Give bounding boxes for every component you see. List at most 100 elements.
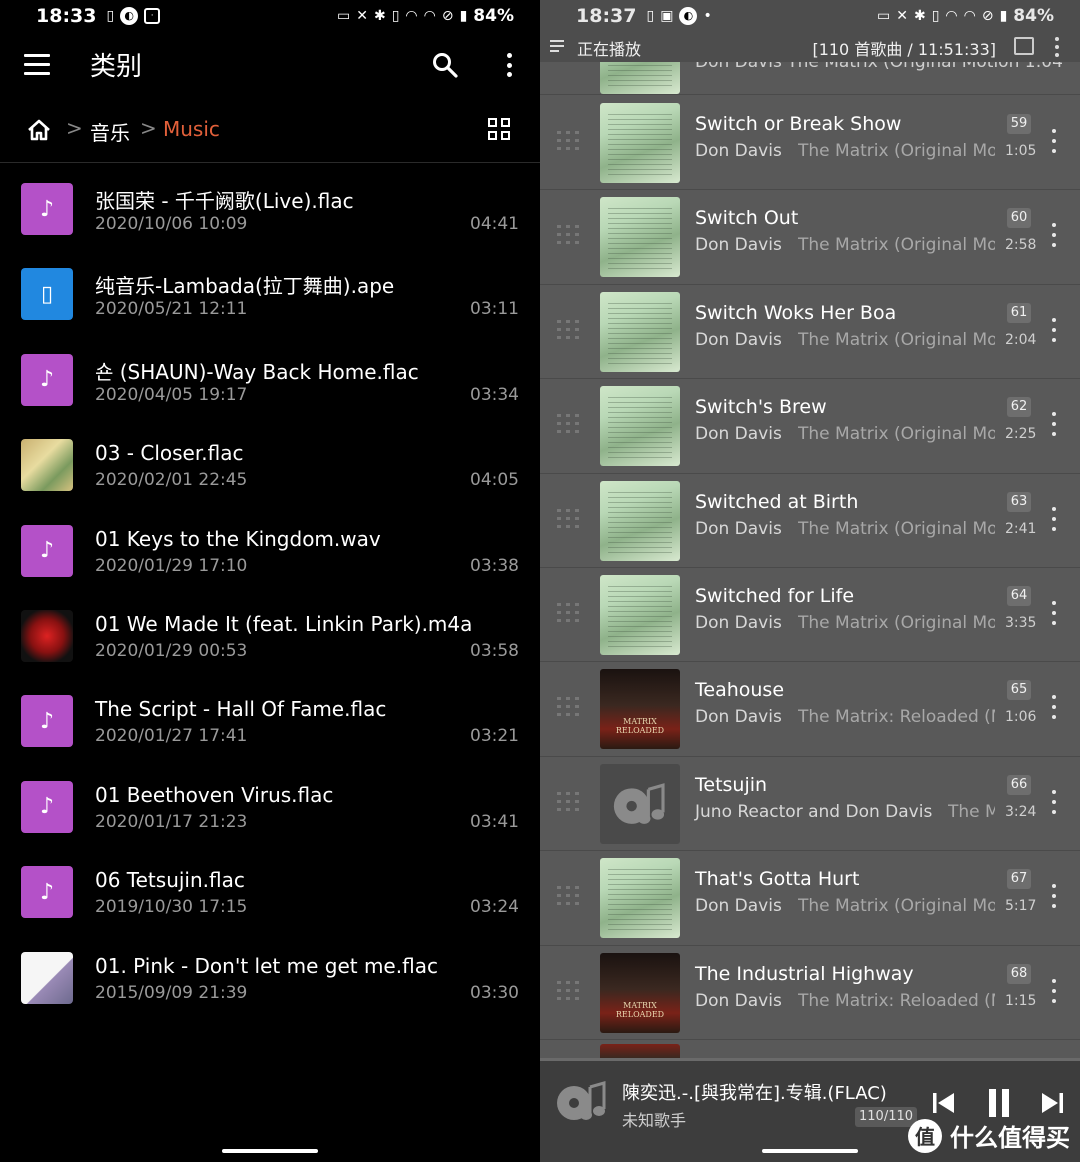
track-overflow-menu-icon[interactable] [1050, 412, 1058, 437]
track-row-partial[interactable]: Don Davis The Matrix (Original Motion 1:… [540, 62, 1080, 95]
track-duration: 1:05 [1005, 143, 1037, 159]
track-overflow-menu-icon[interactable] [1050, 506, 1058, 531]
home-icon[interactable] [26, 118, 52, 142]
drag-handle-icon[interactable] [557, 131, 583, 155]
breadcrumb: > 音乐 > Music [0, 98, 540, 163]
album-art [600, 386, 680, 467]
status-system-icons: ▭ ✕ ✱ ▯ ◠ ◠ ⊘ ▮ 84% [877, 0, 1054, 32]
file-list-item[interactable]: ♪ 01 Beethoven Virus.flac 2020/01/17 21:23… [0, 763, 540, 848]
track-row[interactable]: Switch or Break Show Don Davis The Matrix … [540, 95, 1080, 191]
file-duration: 03:34 [470, 384, 519, 405]
queue-view-icon[interactable] [1014, 37, 1034, 55]
file-name: 01 Keys to the Kingdom.wav [95, 526, 381, 551]
track-title: Switch or Break Show [695, 113, 902, 135]
track-row[interactable]: That's Gotta Hurt Don Davis The Matrix (Or… [540, 850, 1080, 946]
file-list-item[interactable]: ♪ The Script - Hall Of Fame.flac 2020/01/2… [0, 677, 540, 762]
drag-handle-icon[interactable] [557, 886, 583, 910]
player-track-title: 陳奕迅.-.[與我常在].专辑.(FLAC) [622, 1083, 887, 1104]
wifi-icon: ◠ [945, 8, 958, 24]
track-overflow-menu-icon[interactable] [1050, 789, 1058, 814]
track-number-badge: 66 [1007, 774, 1031, 795]
file-list-item[interactable]: 01. Pink - Don't let me get me.flac 2015/… [0, 934, 540, 1019]
default-album-icon [600, 763, 680, 844]
overflow-menu-icon[interactable] [1050, 37, 1064, 57]
image-icon: ▣ [660, 8, 674, 24]
file-duration: 03:24 [470, 897, 519, 918]
previous-track-icon[interactable] [932, 1092, 956, 1114]
track-duration: 5:17 [1005, 898, 1037, 915]
track-duration: 3:35 [1005, 615, 1037, 631]
now-playing-header: 正在播放 [110 首歌曲 / 11:51:33] [540, 32, 1080, 62]
track-row[interactable]: Teahouse Don Davis The Matrix: Reloaded (M… [540, 661, 1080, 757]
track-artist: Don Davis [695, 141, 782, 161]
search-icon[interactable] [432, 52, 458, 78]
track-row[interactable]: Tetsujin Juno Reactor and Don Davis The Ma… [540, 756, 1080, 852]
drag-handle-icon[interactable] [557, 697, 583, 721]
track-row[interactable]: Switch's Brew Don Davis The Matrix (Origin… [540, 378, 1080, 474]
track-overflow-menu-icon[interactable] [1050, 223, 1058, 248]
album-art [600, 291, 680, 372]
track-overflow-menu-icon[interactable] [1050, 978, 1058, 1003]
track-number-badge: 68 [1007, 963, 1031, 984]
music-note-icon: ♪ [21, 353, 73, 406]
queue-summary: [110 首歌曲 / 11:51:33] [812, 40, 996, 59]
gesture-nav-bar[interactable] [222, 1149, 318, 1153]
track-overflow-menu-icon[interactable] [1050, 601, 1058, 625]
track-artist: Don Davis [695, 329, 782, 350]
track-row[interactable]: Switch Woks Her Boa Don Davis The Matrix (… [540, 284, 1080, 380]
file-name: 01 Beethoven Virus.flac [95, 782, 334, 807]
track-overflow-menu-icon[interactable] [1050, 695, 1058, 720]
file-list-item[interactable]: ♪ 张国荣 - 千千阙歌(Live).flac 2020/10/06 10:09 04… [0, 165, 540, 250]
track-row[interactable]: The Industrial Highway Don Davis The Matri… [540, 945, 1080, 1040]
drag-handle-icon[interactable] [557, 980, 583, 1005]
drag-handle-icon[interactable] [557, 319, 583, 344]
track-overflow-menu-icon[interactable] [1050, 884, 1058, 909]
album-art [600, 480, 680, 561]
track-row[interactable]: Switched for Life Don Davis The Matrix (Or… [540, 567, 1080, 663]
grid-view-icon[interactable] [488, 118, 512, 142]
track-row[interactable]: Switch Out Don Davis The Matrix (Original … [540, 189, 1080, 285]
track-row[interactable]: Switched at Birth Don Davis The Matrix (Or… [540, 473, 1080, 568]
file-name: 03 - Closer.flac [95, 441, 244, 466]
track-artist: Juno Reactor and Don Davis [695, 801, 933, 822]
track-duration: 2:41 [1005, 520, 1037, 537]
file-name: 01. Pink - Don't let me get me.flac [95, 953, 438, 978]
breadcrumb-item-music-cn[interactable]: 音乐 [90, 117, 130, 146]
file-list-item[interactable]: ▯ 纯音乐-Lambada(拉丁舞曲).ape 2020/05/21 12:11 03… [0, 250, 540, 335]
next-track-icon[interactable] [1040, 1092, 1064, 1114]
file-list-item[interactable]: ♪ 01 Keys to the Kingdom.wav 2020/01/29 17… [0, 507, 540, 592]
no-sim-icon: ⊘ [981, 8, 994, 24]
album-art-thumbnail [21, 609, 73, 662]
breadcrumb-separator: > [66, 116, 83, 140]
music-note-icon: ♪ [21, 524, 73, 577]
drag-handle-icon[interactable] [557, 225, 583, 249]
track-overflow-menu-icon[interactable] [1050, 317, 1058, 342]
badge-notification-icon: · [144, 8, 161, 24]
file-date: 2020/01/17 21:23 [95, 811, 248, 832]
file-list-item[interactable]: ♪ 숀 (SHAUN)-Way Back Home.flac 2020/04/05 … [0, 336, 540, 421]
bluetooth-icon: ✱ [913, 8, 926, 24]
file-list-item[interactable]: ♪ 06 Tetsujin.flac 2019/10/30 17:15 03:24 [0, 848, 540, 933]
track-duration: 2:25 [1005, 426, 1037, 443]
drag-handle-icon[interactable] [557, 791, 583, 816]
more-notifications-dot: • [703, 8, 712, 24]
drag-handle-icon[interactable] [557, 508, 583, 533]
document-icon: ▯ [21, 268, 73, 321]
breadcrumb-item-current[interactable]: Music [163, 117, 220, 141]
overflow-menu-icon[interactable] [500, 50, 518, 80]
drag-handle-icon[interactable] [557, 603, 583, 627]
app-bar: 类别 [0, 32, 540, 98]
file-duration: 03:11 [470, 299, 519, 320]
menu-icon[interactable] [24, 54, 50, 76]
file-list-item[interactable]: 03 - Closer.flac 2020/02/01 22:45 04:05 [0, 421, 540, 506]
vibrate-icon: ▯ [931, 8, 940, 24]
drag-handle-icon[interactable] [557, 414, 583, 438]
track-title: Switched for Life [695, 585, 855, 607]
gesture-nav-bar[interactable] [762, 1149, 858, 1153]
file-name: 纯音乐-Lambada(拉丁舞曲).ape [95, 274, 395, 299]
file-date: 2020/01/27 17:41 [95, 726, 248, 747]
track-overflow-menu-icon[interactable] [1050, 129, 1058, 153]
pause-icon[interactable] [988, 1089, 1010, 1117]
track-number-badge: 67 [1007, 869, 1031, 890]
file-list-item[interactable]: 01 We Made It (feat. Linkin Park).m4a 202… [0, 592, 540, 677]
